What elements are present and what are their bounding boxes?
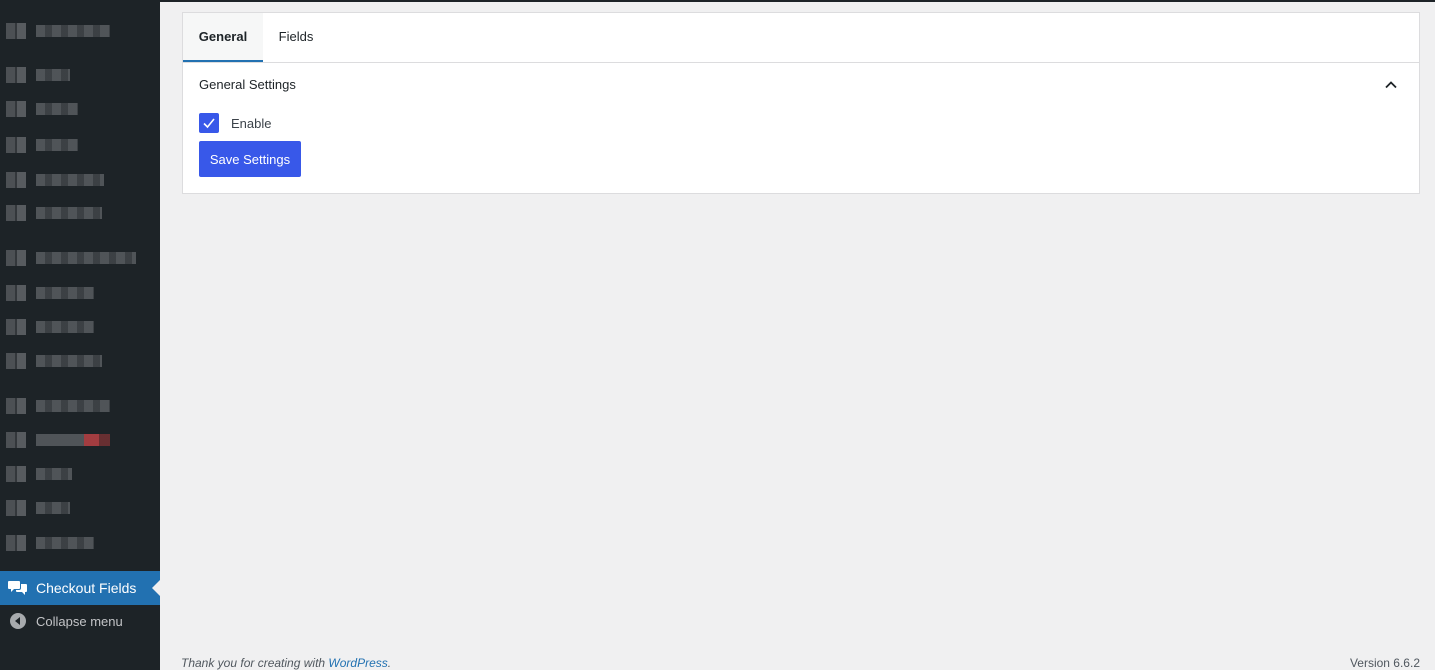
collapse-arrow-icon: [9, 612, 27, 630]
redacted-label: [36, 252, 136, 264]
redacted-label: [36, 400, 110, 412]
collapse-menu-label: Collapse menu: [36, 613, 123, 629]
comments-icon: [8, 578, 28, 598]
redacted-label: [36, 468, 72, 480]
checkmark-icon: [203, 118, 215, 129]
version-label: Version 6.6.2: [1349, 656, 1420, 670]
redacted-label: [36, 287, 94, 299]
sidebar-item-redacted[interactable]: [0, 201, 160, 225]
wordpress-link[interactable]: WordPress: [328, 656, 387, 670]
redacted-label: [36, 103, 78, 115]
enable-row: Enable: [199, 113, 271, 133]
redacted-icon: [6, 466, 26, 482]
redacted-icon: [6, 101, 26, 117]
sidebar-item-checkout-fields[interactable]: Checkout Fields: [0, 571, 160, 605]
tab-fields[interactable]: Fields: [263, 13, 329, 60]
footer-thanks-text: Thank you for creating with: [181, 656, 329, 670]
sidebar-item-redacted[interactable]: [0, 428, 160, 452]
redacted-icon: [6, 205, 26, 221]
sidebar-item-redacted[interactable]: [0, 394, 160, 418]
sidebar-item-redacted[interactable]: [0, 63, 160, 87]
footer-trailing: .: [387, 656, 392, 670]
redacted-icon: [6, 535, 26, 551]
redacted-icon: [6, 432, 26, 448]
sidebar-item-redacted[interactable]: [0, 246, 160, 270]
redacted-icon: [6, 500, 26, 516]
sidebar-item-redacted[interactable]: [0, 168, 160, 192]
redacted-icon: [6, 67, 26, 83]
section-title: General Settings: [199, 77, 296, 92]
redacted-label: [36, 537, 94, 549]
admin-sidebar: Checkout Fields Collapse menu: [0, 0, 160, 670]
tab-general[interactable]: General: [183, 13, 263, 62]
redacted-icon: [6, 319, 26, 335]
settings-panel: General Fields General Settings Enable S…: [182, 12, 1420, 194]
enable-label: Enable: [231, 115, 272, 131]
save-settings-button[interactable]: Save Settings: [199, 141, 301, 177]
redacted-label: [36, 174, 104, 186]
sidebar-item-redacted[interactable]: [0, 496, 160, 520]
sidebar-item-redacted[interactable]: [0, 462, 160, 486]
sidebar-item-redacted[interactable]: [0, 531, 160, 555]
sidebar-item-redacted[interactable]: [0, 315, 160, 339]
footer-thanks: Thank you for creating with WordPress.: [181, 656, 391, 670]
sidebar-item-redacted[interactable]: [0, 349, 160, 373]
collapse-menu-button[interactable]: Collapse menu: [0, 608, 160, 634]
sidebar-item-redacted[interactable]: [0, 97, 160, 121]
sidebar-item-redacted[interactable]: [0, 19, 160, 43]
sidebar-item-redacted[interactable]: [0, 133, 160, 157]
tab-bar: General Fields: [183, 13, 1419, 63]
redacted-icon: [6, 172, 26, 188]
redacted-icon: [6, 353, 26, 369]
redacted-icon: [6, 137, 26, 153]
chevron-up-icon[interactable]: [1383, 77, 1399, 93]
redacted-label: [36, 502, 70, 514]
redacted-label: [36, 355, 102, 367]
redacted-label: [36, 207, 102, 219]
redacted-label: [36, 139, 78, 151]
enable-checkbox[interactable]: [199, 113, 219, 133]
redacted-icon: [6, 398, 26, 414]
redacted-icon: [6, 285, 26, 301]
redacted-icon: [6, 250, 26, 266]
sidebar-item-redacted[interactable]: [0, 281, 160, 305]
redacted-label: [36, 69, 70, 81]
redacted-label: [36, 321, 94, 333]
redacted-label: [36, 434, 110, 446]
redacted-label: [36, 25, 110, 37]
redacted-icon: [6, 23, 26, 39]
sidebar-item-label: Checkout Fields: [36, 580, 137, 596]
admin-top-bar: [0, 0, 1435, 2]
